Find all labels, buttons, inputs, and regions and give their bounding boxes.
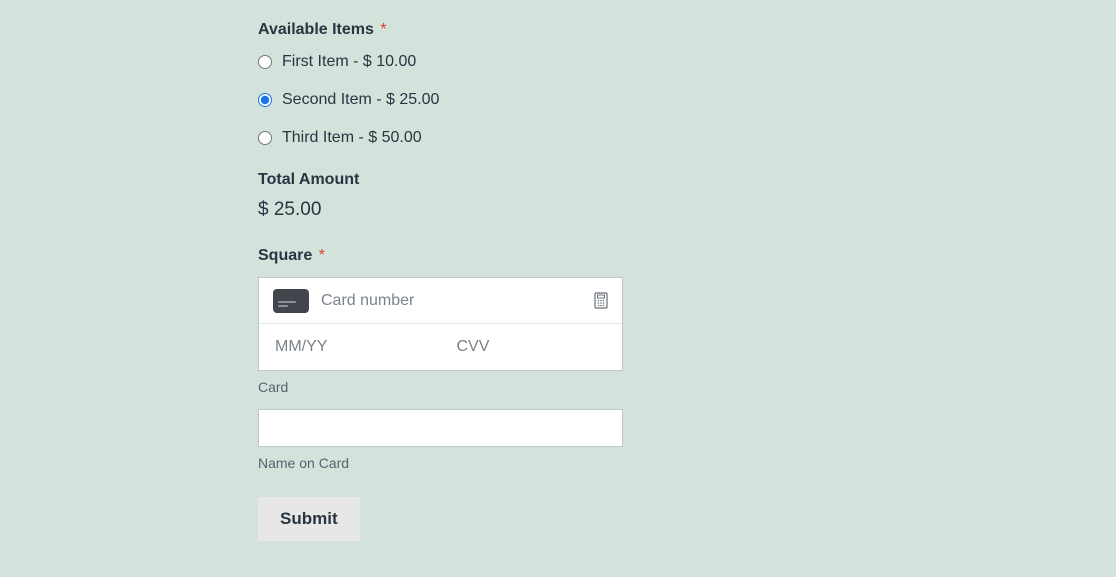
card-input-frame bbox=[258, 277, 623, 371]
cvv-input[interactable] bbox=[457, 338, 607, 356]
submit-button[interactable]: Submit bbox=[258, 497, 360, 541]
expiry-input[interactable] bbox=[275, 338, 425, 356]
square-label: Square bbox=[258, 247, 312, 265]
cvv-cell bbox=[441, 338, 623, 356]
total-label: Total Amount bbox=[258, 171, 359, 189]
square-section: Square * bbox=[258, 247, 858, 471]
card-sublabel: Card bbox=[258, 379, 858, 395]
radio-item-second[interactable]: Second Item - $ 25.00 bbox=[258, 91, 858, 109]
card-reader-icon bbox=[594, 292, 608, 309]
radio-input-third[interactable] bbox=[258, 131, 272, 145]
form-container: Available Items * First Item - $ 10.00 S… bbox=[258, 0, 858, 541]
required-asterisk: * bbox=[380, 21, 386, 38]
radio-label-third: Third Item - $ 50.00 bbox=[282, 129, 422, 147]
radio-group: First Item - $ 10.00 Second Item - $ 25.… bbox=[258, 53, 858, 147]
name-sublabel: Name on Card bbox=[258, 455, 858, 471]
credit-card-icon bbox=[273, 289, 309, 313]
available-items-section: Available Items * First Item - $ 10.00 S… bbox=[258, 21, 858, 147]
radio-item-first[interactable]: First Item - $ 10.00 bbox=[258, 53, 858, 71]
required-asterisk: * bbox=[319, 247, 325, 264]
available-items-label: Available Items bbox=[258, 21, 374, 39]
card-number-row bbox=[259, 278, 622, 324]
name-on-card-input[interactable] bbox=[258, 409, 623, 447]
total-value: $ 25.00 bbox=[258, 199, 858, 221]
card-number-input[interactable] bbox=[321, 292, 594, 310]
radio-item-third[interactable]: Third Item - $ 50.00 bbox=[258, 129, 858, 147]
total-section: Total Amount $ 25.00 bbox=[258, 171, 858, 221]
radio-input-first[interactable] bbox=[258, 55, 272, 69]
radio-label-first: First Item - $ 10.00 bbox=[282, 53, 416, 71]
card-expiry-cvv-row bbox=[259, 324, 622, 370]
radio-label-second: Second Item - $ 25.00 bbox=[282, 91, 439, 109]
expiry-cell bbox=[259, 338, 441, 356]
radio-input-second[interactable] bbox=[258, 93, 272, 107]
